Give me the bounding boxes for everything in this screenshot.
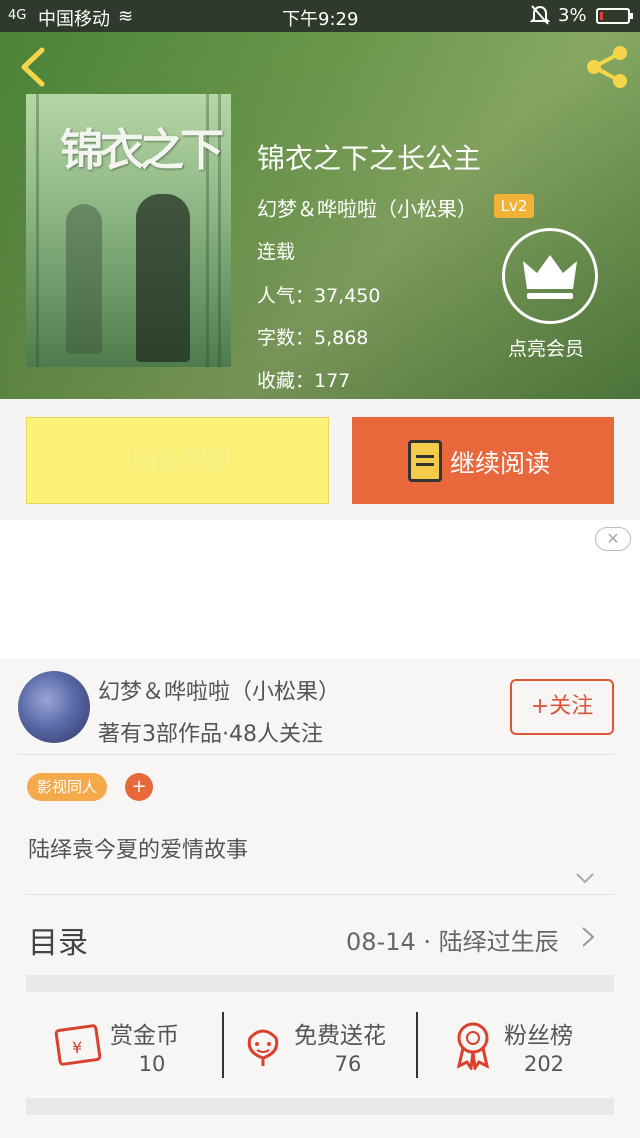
book-cover[interactable]: 锦衣之下 [26,94,231,367]
flower-icon [247,1029,279,1066]
section-separator [26,1098,614,1115]
reward-coins-label: 赏金币 [110,1023,179,1049]
reward-coins-button[interactable]: ¥ 赏金币 10 [52,1008,222,1082]
divider [222,1012,224,1078]
chevron-right-icon [582,927,595,947]
word-count-stat: 字数：5,868 [257,327,369,349]
latest-chapter[interactable]: 08-14 · 陆绎过生辰 [346,922,559,957]
clock: 下午9:29 [282,9,359,30]
author-level-badge: Lv2 [494,194,534,218]
add-tag-button[interactable]: + [125,773,153,801]
send-flower-button[interactable]: 免费送花 76 [240,1008,416,1082]
battery-icon [596,8,633,24]
popularity-stat: 人气：37,450 [257,285,381,307]
author-card-name[interactable]: 幻梦＆哗啦啦（小松果） [98,674,340,706]
continue-reading-button[interactable]: 继续阅读 [352,417,614,504]
status-bar: 4G 中国移动 ≋ 下午9:29 3% [0,0,640,32]
signal-icon: 4G [8,8,27,23]
chevron-down-icon [576,873,594,884]
expand-description-button[interactable] [575,868,595,888]
book-title: 锦衣之下之长公主 [257,142,482,175]
share-button[interactable] [582,42,632,92]
chevron-left-icon [21,47,45,87]
divider [416,1012,418,1078]
vip-label[interactable]: 点亮会员 [508,334,584,361]
cover-title-art: 锦衣之下 [60,125,224,176]
continue-reading-label: 继续阅读 [450,449,551,478]
cover-decoration [36,94,39,367]
divider [18,754,614,755]
cover-figure [136,194,190,362]
serial-status: 连载 [257,241,296,263]
battery-percent: 3% [558,5,587,26]
table-of-contents-label[interactable]: 目录 [28,918,88,962]
ad-close-button[interactable]: ✕ [595,527,631,551]
divider [26,894,614,895]
section-separator [26,975,614,992]
share-icon [587,46,627,88]
fan-ranking-button[interactable]: 粉丝榜 202 [450,1008,610,1082]
mute-bell-icon [529,4,551,31]
category-tag[interactable]: 影视同人 [27,773,108,801]
fan-ranking-value: 202 [523,1052,565,1076]
ad-area [0,520,640,658]
reward-coins-value: 10 [138,1052,166,1076]
author-avatar[interactable] [18,671,90,743]
vip-member-button[interactable] [502,228,598,324]
red-envelope-icon: ¥ [54,1024,102,1066]
book-description: 陆绎袁今夏的爱情故事 [28,838,249,863]
author-card-meta: 著有3部作品·48人关注 [98,722,323,747]
fan-ranking-label: 粉丝榜 [504,1023,573,1049]
send-flower-label: 免费送花 [294,1023,386,1049]
toc-chevron[interactable] [580,926,596,948]
cover-figure [66,204,102,354]
follow-button[interactable]: +关注 [510,679,614,735]
book-icon [408,440,442,482]
favorites-stat: 收藏：177 [257,370,351,392]
in-bookshelf-button[interactable]: 已在书架 [26,417,329,504]
crown-icon [523,255,577,299]
svg-text:¥: ¥ [72,1038,82,1057]
book-author[interactable]: 幻梦＆哗啦啦（小松果） [257,193,477,222]
back-button[interactable] [14,44,54,90]
wifi-icon: ≋ [118,6,134,27]
award-ribbon-icon [456,1022,490,1070]
send-flower-value: 76 [334,1052,362,1076]
carrier-name: 中国移动 [38,9,110,30]
